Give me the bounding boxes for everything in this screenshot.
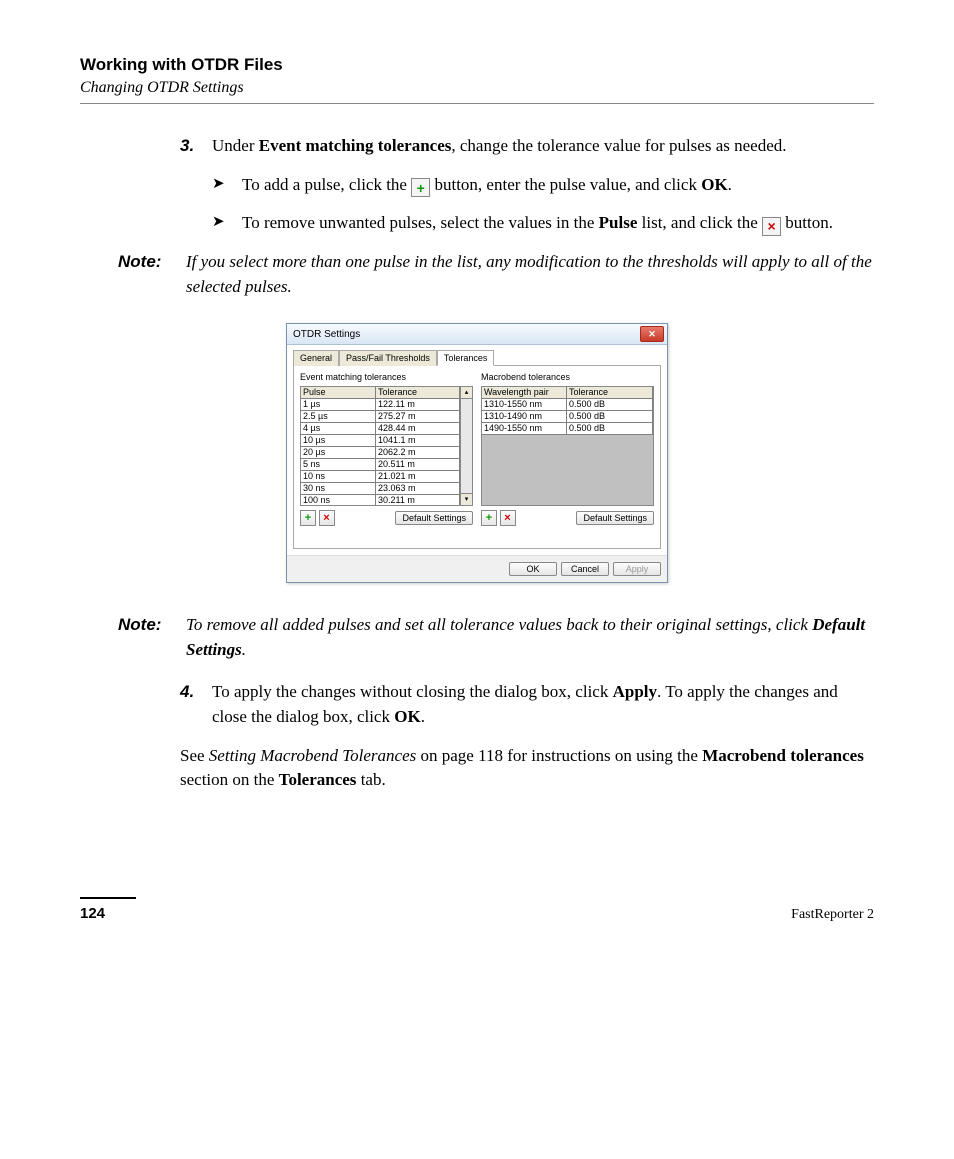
note-1: Note: If you select more than one pulse … <box>118 250 874 299</box>
table-row[interactable]: 1310-1490 nm0.500 dB <box>482 411 653 423</box>
close-icon[interactable]: ✕ <box>640 326 664 342</box>
table-row[interactable]: 1490-1550 nm0.500 dB <box>482 423 653 435</box>
macrobend-col: Macrobend tolerances Wavelength pair Tol… <box>481 372 654 542</box>
x-icon: × <box>762 217 781 236</box>
table-header: Pulse Tolerance <box>301 387 460 399</box>
scroll-down-icon[interactable]: ▾ <box>461 493 472 505</box>
ok-button[interactable]: OK <box>509 562 557 576</box>
step-number: 3. <box>180 134 212 159</box>
remove-pulse-button[interactable]: × <box>319 510 335 526</box>
step-4: 4. To apply the changes without closing … <box>180 680 874 729</box>
pulse-table[interactable]: Pulse Tolerance 1 µs122.11 m 2.5 µs275.2… <box>300 386 473 506</box>
page: Working with OTDR Files Changing OTDR Se… <box>0 0 954 963</box>
dialog-body: General Pass/Fail Thresholds Tolerances … <box>287 345 667 555</box>
scroll-up-icon[interactable]: ▴ <box>461 387 472 399</box>
dialog-screenshot: OTDR Settings ✕ General Pass/Fail Thresh… <box>80 323 874 583</box>
tab-passfail[interactable]: Pass/Fail Thresholds <box>339 350 437 366</box>
bullet-body: To add a pulse, click the + button, ente… <box>242 173 874 198</box>
step-number: 4. <box>180 680 212 729</box>
note-label: Note: <box>118 613 186 662</box>
bullet-remove-pulse: ➤ To remove unwanted pulses, select the … <box>212 211 874 236</box>
default-settings-button-right[interactable]: Default Settings <box>576 511 654 525</box>
cancel-button[interactable]: Cancel <box>561 562 609 576</box>
section-title: Working with OTDR Files <box>80 55 874 75</box>
note-body: To remove all added pulses and set all t… <box>186 613 874 662</box>
left-button-row: + × Default Settings <box>300 510 473 526</box>
app-name: FastReporter 2 <box>791 907 874 923</box>
table-row[interactable]: 10 ns21.021 m <box>301 471 460 483</box>
table-row[interactable]: 10 µs1041.1 m <box>301 435 460 447</box>
note-body: If you select more than one pulse in the… <box>186 250 874 299</box>
table-row[interactable]: 1310-1550 nm0.500 dB <box>482 399 653 411</box>
section-subtitle: Changing OTDR Settings <box>80 79 874 97</box>
add-wavelength-button[interactable]: + <box>481 510 497 526</box>
table-row[interactable]: 100 ns30.211 m <box>301 495 460 506</box>
plus-icon: + <box>411 178 430 197</box>
table-row[interactable]: 5 ns20.511 m <box>301 459 460 471</box>
scrollbar[interactable]: ▴ ▾ <box>460 387 472 505</box>
bullet-marker: ➤ <box>212 173 242 198</box>
step-3: 3. Under Event matching tolerances, chan… <box>180 134 874 159</box>
remove-wavelength-button[interactable]: × <box>500 510 516 526</box>
wavelength-table[interactable]: Wavelength pair Tolerance 1310-1550 nm0.… <box>481 386 654 506</box>
tab-general[interactable]: General <box>293 350 339 366</box>
tab-pane: Event matching tolerances Pulse Toleranc… <box>293 366 661 549</box>
table-row[interactable]: 1 µs122.11 m <box>301 399 460 411</box>
page-footer: 124 FastReporter 2 <box>80 905 874 923</box>
left-label: Event matching tolerances <box>300 372 473 382</box>
right-button-row: + × Default Settings <box>481 510 654 526</box>
add-pulse-button[interactable]: + <box>300 510 316 526</box>
event-matching-col: Event matching tolerances Pulse Toleranc… <box>300 372 473 542</box>
step-body: Under Event matching tolerances, change … <box>212 134 874 159</box>
see-paragraph: See Setting Macrobend Tolerances on page… <box>180 744 874 793</box>
dialog-title: OTDR Settings <box>293 329 360 340</box>
tab-strip: General Pass/Fail Thresholds Tolerances <box>293 349 661 366</box>
bullet-marker: ➤ <box>212 211 242 236</box>
table-row[interactable]: 20 µs2062.2 m <box>301 447 460 459</box>
step-body: To apply the changes without closing the… <box>212 680 874 729</box>
bullet-body: To remove unwanted pulses, select the va… <box>242 211 874 236</box>
header-divider <box>80 103 874 104</box>
right-label: Macrobend tolerances <box>481 372 654 382</box>
dialog-footer: OK Cancel Apply <box>287 555 667 582</box>
note-2: Note: To remove all added pulses and set… <box>118 613 874 662</box>
table-row[interactable]: 4 µs428.44 m <box>301 423 460 435</box>
footer-divider <box>80 897 136 899</box>
default-settings-button[interactable]: Default Settings <box>395 511 473 525</box>
note-label: Note: <box>118 250 186 299</box>
page-number: 124 <box>80 905 105 922</box>
tab-tolerances[interactable]: Tolerances <box>437 350 495 366</box>
table-row[interactable]: 2.5 µs275.27 m <box>301 411 460 423</box>
otdr-settings-dialog: OTDR Settings ✕ General Pass/Fail Thresh… <box>286 323 668 583</box>
dialog-titlebar: OTDR Settings ✕ <box>287 324 667 345</box>
apply-button[interactable]: Apply <box>613 562 661 576</box>
table-header: Wavelength pair Tolerance <box>482 387 653 399</box>
bullet-add-pulse: ➤ To add a pulse, click the + button, en… <box>212 173 874 198</box>
table-row[interactable]: 30 ns23.063 m <box>301 483 460 495</box>
